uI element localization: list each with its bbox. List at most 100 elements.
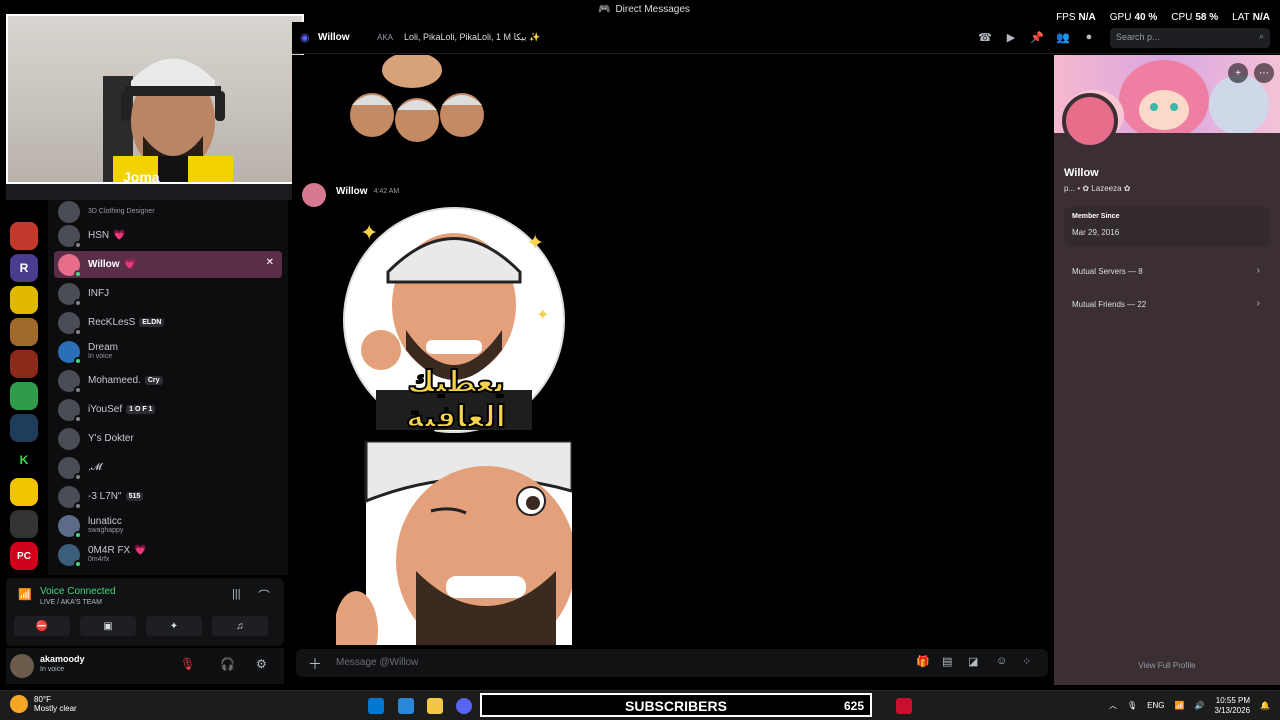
search-input[interactable]: Search p... ⌕ (1110, 28, 1270, 48)
chevron-up-icon[interactable]: ︿ (1109, 700, 1117, 711)
screen-share-button[interactable]: ▣ (80, 616, 136, 636)
weather-condition: Mostly clear (34, 704, 77, 713)
user-profile-icon[interactable]: ● (1082, 31, 1096, 45)
server-icon[interactable] (10, 286, 38, 314)
shirt-logo-text: Joma (123, 169, 160, 184)
server-icon[interactable]: PC (10, 542, 38, 570)
mutual-servers-row[interactable]: Mutual Servers — 8 › (1064, 258, 1270, 286)
svg-text:✦: ✦ (526, 230, 544, 255)
notification-icon[interactable]: 🔔 (1260, 701, 1270, 710)
more-options-icon[interactable]: ⋯ (1254, 63, 1274, 83)
volume-icon[interactable]: 🔊 (1194, 701, 1204, 710)
streamer-figure: Joma (103, 58, 233, 184)
wifi-icon[interactable]: 📶 (1175, 701, 1185, 710)
list-item[interactable]: Willow 💗 ✕ (54, 251, 282, 278)
language-indicator[interactable]: ENG (1147, 701, 1164, 710)
list-item[interactable]: Mohameed. Cry (54, 367, 282, 394)
dm-item-badge: 515 (125, 491, 144, 502)
user-status: In voice (40, 666, 65, 673)
sticker-image[interactable] (342, 55, 492, 150)
direct-messages-list: 3D Clothing Designer HSN 💗 Willow 💗 ✕ INFJ… (48, 200, 288, 575)
list-item[interactable]: iYouSef 1 O F 1 (54, 396, 282, 423)
settings-gear-icon[interactable]: ⚙ (256, 657, 267, 671)
file-explorer-icon[interactable] (427, 698, 443, 714)
member-since-value: Mar 29, 2016 (1072, 228, 1120, 237)
svg-text:✦: ✦ (536, 307, 549, 324)
sticker-image[interactable]: ✦ ✦ ✦ يعطيك العافية (336, 200, 572, 436)
video-call-icon[interactable]: ▶ (1004, 31, 1018, 45)
add-friends-icon[interactable]: 👥 (1056, 31, 1070, 45)
profile-avatar[interactable] (1062, 93, 1118, 149)
server-icon[interactable] (10, 414, 38, 442)
disconnect-icon[interactable]: ⌒ (258, 587, 270, 604)
avatar (58, 456, 82, 481)
apps-icon[interactable]: ⁘ (1022, 655, 1031, 668)
dm-item-name: lunaticc (88, 516, 122, 528)
dm-item-badge: Cry (144, 375, 163, 386)
server-icon[interactable] (10, 510, 38, 538)
avatar (58, 224, 82, 249)
app-icon[interactable] (896, 698, 912, 714)
clock-time: 10:55 PM (1215, 696, 1251, 705)
sticker-icon[interactable]: ◪ (968, 655, 978, 668)
server-icon[interactable] (10, 478, 38, 506)
server-icon[interactable] (10, 382, 38, 410)
list-item[interactable]: 3D Clothing Designer (54, 198, 282, 225)
dm-item-name: .𝓜 (88, 462, 102, 473)
clock[interactable]: 10:55 PM 3/13/2026 (1214, 696, 1250, 715)
gif-icon[interactable]: ▤ (942, 655, 952, 668)
pin-icon[interactable]: 📌 (1030, 31, 1044, 45)
system-tray: ︿ 🎙 ENG 📶 🔊 10:55 PM 3/13/2026 🔔 (1109, 696, 1270, 715)
start-icon[interactable] (368, 698, 384, 714)
avatar[interactable] (10, 654, 34, 678)
composer-placeholder[interactable]: Message @Willow (336, 657, 418, 668)
dm-item-badge: ELDN (139, 317, 165, 328)
message-author[interactable]: Willow (336, 186, 368, 197)
soundboard-button[interactable]: ♫ (212, 616, 268, 636)
list-item[interactable]: HSN 💗 (54, 222, 282, 249)
avatar[interactable] (302, 183, 326, 207)
weather-widget[interactable]: 80°F Mostly clear (10, 695, 77, 713)
server-icon[interactable] (10, 222, 38, 250)
task-view-icon[interactable] (398, 698, 414, 714)
avatar (58, 543, 82, 568)
chevron-right-icon: › (1256, 265, 1260, 276)
dm-item-sub: 3D Clothing Designer (88, 207, 155, 215)
sticker-image[interactable] (336, 441, 572, 645)
list-item[interactable]: -3 L7N" 515 (54, 483, 282, 510)
discord-icon[interactable] (456, 698, 472, 714)
list-item[interactable]: lunaticc swaghappy (54, 512, 282, 539)
add-attachment-icon[interactable]: ＋ (308, 654, 322, 674)
mute-icon[interactable]: 🎙 (180, 657, 195, 671)
user-profile-panel: + ⋯ Willow p... • ✿ Lazeeza ✿ Member Sin… (1054, 55, 1280, 685)
server-icon[interactable] (10, 350, 38, 378)
list-item[interactable]: Dream In voice (54, 338, 282, 365)
deafen-icon[interactable]: 🎧 (220, 657, 235, 671)
list-item[interactable]: Y's Dokter (54, 425, 282, 452)
list-item[interactable]: RecKLesS ELDN (54, 309, 282, 336)
camera-off-icon: ⛔ (35, 620, 49, 632)
mutual-friends-row[interactable]: Mutual Friends — 22 › (1064, 291, 1270, 319)
message-composer[interactable]: ＋ Message @Willow 🎁 ▤ ◪ ☺ ⁘ (296, 649, 1048, 677)
list-item[interactable]: INFJ (54, 280, 282, 307)
voice-status[interactable]: Voice Connected (40, 586, 116, 597)
server-icon[interactable]: R (10, 254, 38, 282)
view-full-profile-link[interactable]: View Full Profile (1054, 661, 1280, 670)
add-friend-icon[interactable]: + (1228, 63, 1248, 83)
list-item[interactable]: .𝓜 (54, 454, 282, 481)
close-icon[interactable]: ✕ (266, 257, 274, 268)
server-icon[interactable] (10, 318, 38, 346)
activities-button[interactable]: ✦ (146, 616, 202, 636)
voice-call-icon[interactable]: ☎ (978, 31, 992, 45)
list-item[interactable]: 0M4R FX 💗 0m4rfx (54, 541, 282, 568)
user-name[interactable]: akamoody (40, 654, 85, 664)
noise-suppression-icon[interactable]: ||| (232, 588, 241, 600)
server-icon[interactable]: K (10, 446, 38, 474)
voice-channel[interactable]: LIVE / AKA'S TEAM (40, 599, 102, 606)
gift-icon[interactable]: 🎁 (916, 655, 930, 668)
microphone-icon[interactable]: 🎙 (1127, 701, 1137, 710)
emoji-icon[interactable]: ☺ (996, 655, 1007, 667)
dm-item-name: Willow (88, 259, 120, 270)
video-button[interactable]: ⛔ (14, 616, 70, 636)
chat-recipient-name[interactable]: Willow (318, 32, 350, 43)
